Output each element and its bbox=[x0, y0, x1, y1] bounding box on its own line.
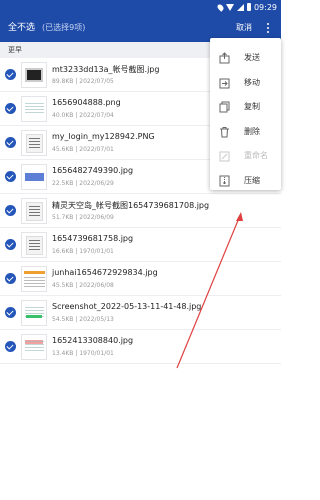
file-name: my_login_my128942.PNG bbox=[52, 132, 155, 141]
file-thumbnail bbox=[21, 300, 47, 326]
file-thumbnail bbox=[21, 130, 47, 156]
file-date: 2022/06/09 bbox=[79, 214, 114, 221]
file-thumbnail bbox=[21, 232, 47, 258]
checkbox-checked-icon[interactable] bbox=[5, 205, 16, 216]
file-date: 2022/06/29 bbox=[79, 180, 114, 187]
file-date: 2022/07/04 bbox=[79, 112, 114, 119]
file-meta: 54.5KB | 2022/05/13 bbox=[52, 316, 114, 323]
move-icon bbox=[219, 78, 230, 88]
location-icon bbox=[216, 2, 225, 12]
file-size: 54.5KB bbox=[52, 316, 74, 323]
checkbox-checked-icon[interactable] bbox=[5, 273, 16, 284]
status-bar: 09:29 bbox=[0, 0, 281, 14]
file-meta: 51.7KB | 2022/06/09 bbox=[52, 214, 114, 221]
file-row[interactable]: 精灵天空岛_帐号截图1654739681708.jpg 51.7KB | 2022… bbox=[0, 194, 281, 228]
checkbox-checked-icon[interactable] bbox=[5, 239, 16, 250]
delete-icon bbox=[220, 126, 229, 137]
file-meta: 89.8KB | 2022/07/05 bbox=[52, 78, 114, 85]
file-size: 16.6KB bbox=[52, 248, 74, 255]
file-name: mt3233dd13a_帐号截图.jpg bbox=[52, 65, 160, 74]
file-name: 1652413308840.jpg bbox=[52, 336, 134, 345]
file-name: 1654739681758.jpg bbox=[52, 234, 134, 243]
rename-icon bbox=[219, 151, 230, 162]
checkbox-checked-icon[interactable] bbox=[5, 137, 16, 148]
checkbox-checked-icon[interactable] bbox=[5, 341, 16, 352]
file-date: 2022/07/05 bbox=[79, 78, 114, 85]
file-date: 1970/01/01 bbox=[79, 350, 114, 357]
copy-icon bbox=[219, 101, 230, 113]
file-meta: 13.4KB | 1970/01/01 bbox=[52, 350, 114, 357]
file-size: 89.8KB bbox=[52, 78, 74, 85]
file-name: junhai1654672929834.jpg bbox=[52, 268, 158, 277]
file-size: 51.7KB bbox=[52, 214, 74, 221]
file-name: 1656904888.png bbox=[52, 98, 121, 107]
file-thumbnail bbox=[21, 164, 47, 190]
status-time: 09:29 bbox=[253, 2, 277, 12]
file-thumbnail bbox=[21, 62, 47, 88]
file-meta: 45.5KB | 2022/06/08 bbox=[52, 282, 114, 289]
status-icons: 09:29 bbox=[216, 0, 277, 14]
file-meta: 45.6KB | 2022/07/01 bbox=[52, 146, 114, 153]
file-size: 22.5KB bbox=[52, 180, 74, 187]
file-size: 13.4KB bbox=[52, 350, 74, 357]
checkbox-checked-icon[interactable] bbox=[5, 69, 16, 80]
file-size: 45.5KB bbox=[52, 282, 74, 289]
signal-icon bbox=[236, 3, 244, 11]
file-meta: 16.6KB | 1970/01/01 bbox=[52, 248, 114, 255]
checkbox-checked-icon[interactable] bbox=[5, 171, 16, 182]
file-date: 1970/01/01 bbox=[79, 248, 114, 255]
file-date: 2022/05/13 bbox=[79, 316, 114, 323]
file-size: 40.0KB bbox=[52, 112, 74, 119]
deselect-all-button[interactable]: 全不选 bbox=[8, 14, 35, 42]
wifi-icon bbox=[225, 3, 234, 11]
checkbox-checked-icon[interactable] bbox=[5, 103, 16, 114]
file-row[interactable]: 1652413308840.jpg 13.4KB | 1970/01/01 bbox=[0, 330, 281, 364]
file-thumbnail bbox=[21, 266, 47, 292]
file-meta: 40.0KB | 2022/07/04 bbox=[52, 112, 114, 119]
file-row[interactable]: Screenshot_2022-05-13-11-41-48.jpg 54.5KB… bbox=[0, 296, 281, 330]
file-date: 2022/07/01 bbox=[79, 146, 114, 153]
file-meta: 22.5KB | 2022/06/29 bbox=[52, 180, 114, 187]
checkbox-checked-icon[interactable] bbox=[5, 307, 16, 318]
battery-icon bbox=[246, 3, 251, 11]
compress-icon bbox=[219, 175, 230, 186]
file-name: Screenshot_2022-05-13-11-41-48.jpg bbox=[52, 302, 202, 311]
menu-item-label: 压缩 bbox=[244, 175, 260, 185]
file-size: 45.6KB bbox=[52, 146, 74, 153]
file-row[interactable]: junhai1654672929834.jpg 45.5KB | 2022/06/… bbox=[0, 262, 281, 296]
file-row[interactable]: 1654739681758.jpg 16.6KB | 1970/01/01 bbox=[0, 228, 281, 262]
send-icon bbox=[219, 52, 230, 64]
file-thumbnail bbox=[21, 96, 47, 122]
file-thumbnail bbox=[21, 198, 47, 224]
file-date: 2022/06/08 bbox=[79, 282, 114, 289]
menu-item-compress[interactable]: 压缩 bbox=[210, 167, 281, 195]
selected-count: (已选择9项) bbox=[42, 23, 86, 32]
action-menu: 发送 移动 复制 删除 重命名 压缩 bbox=[210, 38, 281, 190]
file-name: 1656482749390.jpg bbox=[52, 166, 134, 175]
file-thumbnail bbox=[21, 334, 47, 360]
file-name: 精灵天空岛_帐号截图1654739681708.jpg bbox=[52, 201, 210, 210]
